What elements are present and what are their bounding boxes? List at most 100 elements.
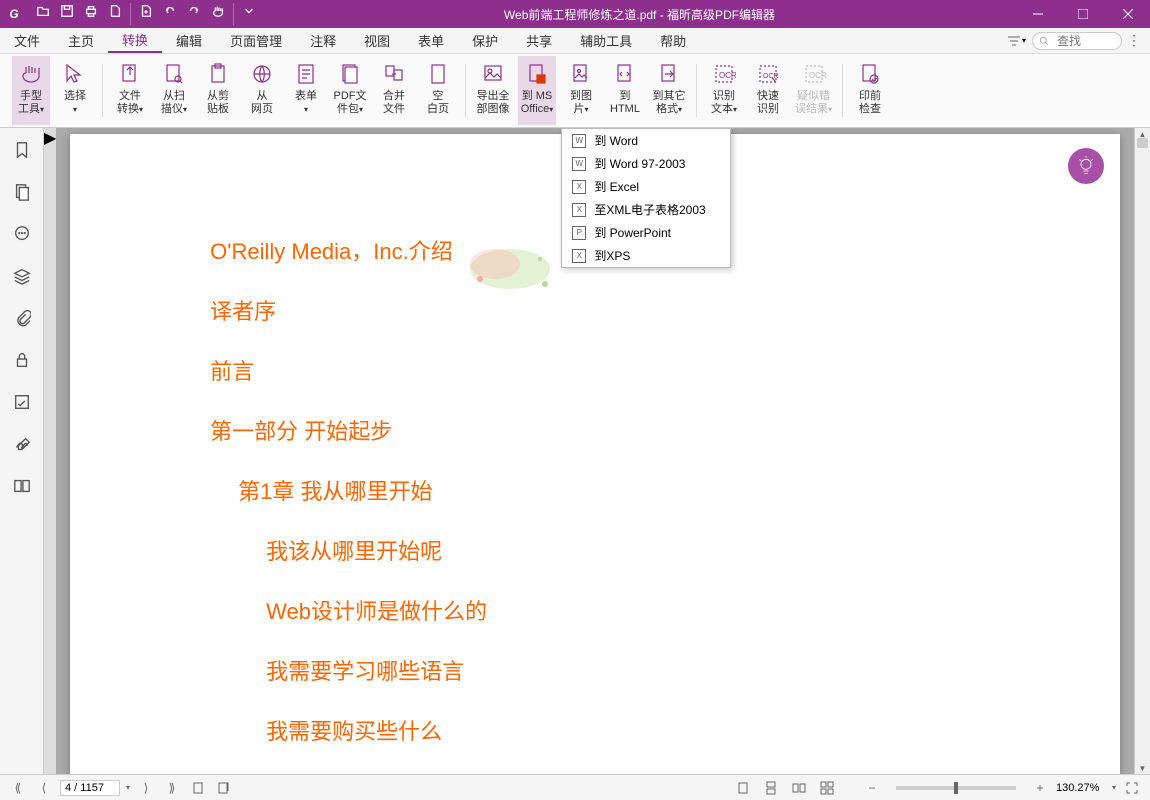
ribbon-package-button[interactable]: PDF文 件包▾ xyxy=(331,56,369,125)
prev-page-button[interactable]: ⟨ xyxy=(34,778,54,798)
ribbon-label: 从扫 描仪▾ xyxy=(161,90,187,116)
file-type-icon: X xyxy=(572,249,586,263)
sidebar-bookmark-button[interactable] xyxy=(10,138,34,162)
nav-doc2-icon[interactable] xyxy=(214,778,234,798)
scroll-thumb[interactable] xyxy=(1137,138,1148,148)
ribbon-hand-button[interactable]: 手型 工具▾ xyxy=(12,56,50,125)
zoom-slider[interactable] xyxy=(896,786,1016,790)
ribbon-clipboard-button[interactable]: 从剪 贴板 xyxy=(199,56,237,125)
ribbon-file-convert-button[interactable]: 文件 转换▾ xyxy=(111,56,149,125)
zoom-out-button[interactable]: − xyxy=(862,778,882,798)
scroll-down-icon[interactable]: ▼ xyxy=(1135,762,1150,774)
minimize-button[interactable] xyxy=(1015,0,1060,28)
view-facing-icon[interactable] xyxy=(788,778,810,798)
first-page-button[interactable]: ⟪ xyxy=(8,778,28,798)
sidebar-layers-button[interactable] xyxy=(10,264,34,288)
view-continuous-icon[interactable] xyxy=(760,778,782,798)
hand-icon xyxy=(17,60,45,88)
vertical-scrollbar[interactable]: ▲ ▼ xyxy=(1134,128,1150,774)
menu-item-8[interactable]: 保护 xyxy=(458,28,512,53)
qat-new-icon[interactable] xyxy=(104,0,126,22)
dropdown-item-label: 至XML电子表格2003 xyxy=(594,201,705,218)
dropdown-item[interactable]: P到 PowerPoint xyxy=(562,221,730,244)
qat-undo-icon[interactable] xyxy=(159,0,181,22)
sidebar-comment-button[interactable] xyxy=(10,222,34,246)
dropdown-item[interactable]: X到 Excel xyxy=(562,175,730,198)
menu-item-6[interactable]: 视图 xyxy=(350,28,404,53)
menu-item-1[interactable]: 主页 xyxy=(54,28,108,53)
ribbon-select-button[interactable]: 选择 ▾ xyxy=(56,56,94,125)
qat-hand-icon[interactable] xyxy=(207,0,229,22)
scanner-icon xyxy=(160,60,188,88)
view-single-icon[interactable] xyxy=(732,778,754,798)
menu-item-0[interactable]: 文件 xyxy=(0,28,54,53)
menu-item-7[interactable]: 表单 xyxy=(404,28,458,53)
fullscreen-button[interactable] xyxy=(1122,778,1142,798)
ribbon-preflight-button[interactable]: 印前 检查 xyxy=(851,56,889,125)
dropdown-item[interactable]: X至XML电子表格2003 xyxy=(562,198,730,221)
help-bulb-button[interactable] xyxy=(1068,148,1104,184)
sidebar-expand-button[interactable]: ▶ xyxy=(44,128,56,774)
qat-print-icon[interactable] xyxy=(80,0,102,22)
qat-open-icon[interactable] xyxy=(32,0,54,22)
sidebar-attachment-button[interactable] xyxy=(10,306,34,330)
dropdown-item[interactable]: W到 Word 97-2003 xyxy=(562,152,730,175)
dropdown-item[interactable]: W到 Word xyxy=(562,129,730,152)
ribbon-export-img-button[interactable]: 导出全 部图像 xyxy=(474,56,512,125)
dropdown-item[interactable]: X到XPS xyxy=(562,244,730,267)
ribbon-label: 疑似错 误结果▾ xyxy=(795,90,832,116)
qat-save-icon[interactable] xyxy=(56,0,78,22)
ribbon-web-button[interactable]: 从 网页 xyxy=(243,56,281,125)
menu-item-4[interactable]: 页面管理 xyxy=(216,28,296,53)
menu-item-10[interactable]: 辅助工具 xyxy=(566,28,646,53)
toc-heading: 前言 xyxy=(210,354,980,386)
ribbon-ocr-quick-button[interactable]: OCR快速 识别 xyxy=(749,56,787,125)
ribbon-ms-office-button[interactable]: 到 MS Office▾ xyxy=(518,56,556,125)
sidebar-sign-panel-button[interactable] xyxy=(10,432,34,456)
menu-item-3[interactable]: 编辑 xyxy=(162,28,216,53)
close-button[interactable] xyxy=(1105,0,1150,28)
status-bar: ⟪ ⟨ ▾ ⟩ ⟫ − + 130.27% ▾ xyxy=(0,774,1150,800)
sidebar-signature-button[interactable] xyxy=(10,390,34,414)
blank-icon xyxy=(424,60,452,88)
quick-access-toolbar xyxy=(28,0,264,28)
ribbon-scanner-button[interactable]: 从扫 描仪▾ xyxy=(155,56,193,125)
to-image-icon xyxy=(567,60,595,88)
ribbon-blank-button[interactable]: 空 白页 xyxy=(419,56,457,125)
page-number-input[interactable] xyxy=(60,780,120,796)
ribbon-to-image-button[interactable]: 到图 片▾ xyxy=(562,56,600,125)
menu-item-9[interactable]: 共享 xyxy=(512,28,566,53)
maximize-button[interactable] xyxy=(1060,0,1105,28)
ribbon-merge-button[interactable]: 合并 文件 xyxy=(375,56,413,125)
view-facing-cont-icon[interactable] xyxy=(816,778,838,798)
menu-sort-icon[interactable]: ▾ xyxy=(1004,29,1028,53)
qat-sep2 xyxy=(233,3,234,25)
next-page-button[interactable]: ⟩ xyxy=(136,778,156,798)
merge-icon xyxy=(380,60,408,88)
sidebar-compare-button[interactable] xyxy=(10,474,34,498)
menu-item-11[interactable]: 帮助 xyxy=(646,28,700,53)
qat-new2-icon[interactable] xyxy=(135,0,157,22)
svg-text:OCR: OCR xyxy=(763,73,779,80)
content-area: ▶ O'Reilly Media，Inc.介绍译者序前言第一部分 开始起步第1章… xyxy=(0,128,1150,774)
sidebar-pages-button[interactable] xyxy=(10,180,34,204)
search-box xyxy=(1032,32,1122,50)
menu-more-icon[interactable]: ⋮ xyxy=(1122,29,1146,53)
sidebar-security-button[interactable] xyxy=(10,348,34,372)
ribbon-label: PDF文 件包▾ xyxy=(334,90,367,116)
qat-customize-icon[interactable] xyxy=(238,0,260,22)
ribbon-ocr-button[interactable]: OCR识别 文本▾ xyxy=(705,56,743,125)
qat-redo-icon[interactable] xyxy=(183,0,205,22)
document-viewport[interactable]: O'Reilly Media，Inc.介绍译者序前言第一部分 开始起步第1章 我… xyxy=(56,128,1134,774)
last-page-button[interactable]: ⟫ xyxy=(162,778,182,798)
menu-item-5[interactable]: 注释 xyxy=(296,28,350,53)
ribbon-form-button[interactable]: 表单 ▾ xyxy=(287,56,325,125)
ribbon-to-other-button[interactable]: 到其它 格式▾ xyxy=(650,56,688,125)
zoom-in-button[interactable]: + xyxy=(1030,778,1050,798)
menu-bar: 文件主页转换编辑页面管理注释视图表单保护共享辅助工具帮助 ▾ ⋮ xyxy=(0,28,1150,54)
ribbon-to-html-button[interactable]: 到 HTML xyxy=(606,56,644,125)
ms-office-dropdown: W到 WordW到 Word 97-2003X到 ExcelX至XML电子表格2… xyxy=(561,128,731,268)
preflight-icon xyxy=(856,60,884,88)
nav-doc1-icon[interactable] xyxy=(188,778,208,798)
menu-item-2[interactable]: 转换 xyxy=(108,28,162,53)
